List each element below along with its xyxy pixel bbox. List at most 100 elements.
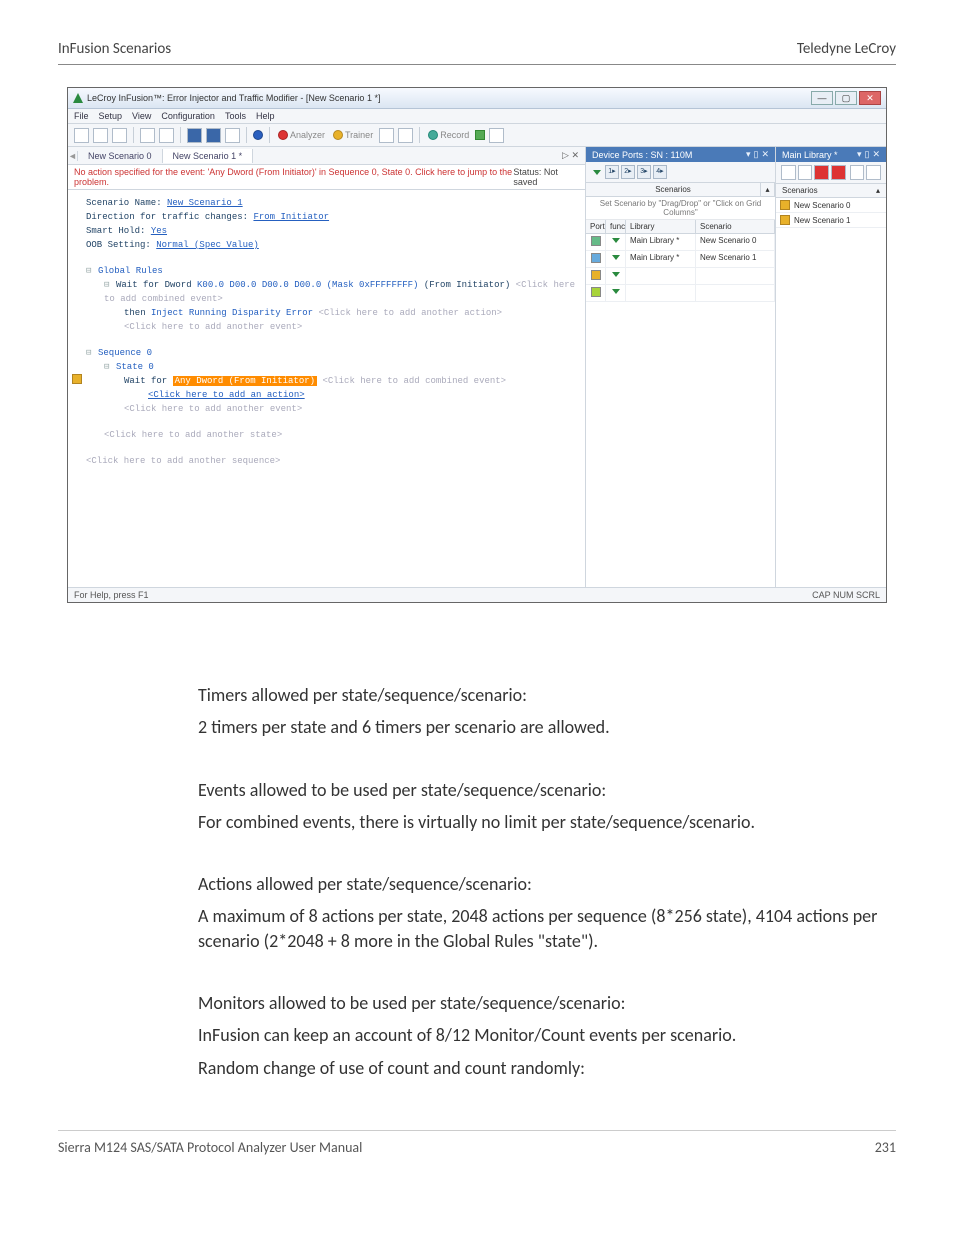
status-help: For Help, press F1 bbox=[74, 590, 149, 600]
pane-pin-icon[interactable]: ▯ bbox=[865, 149, 870, 160]
tab-close[interactable]: ▷ ✕ bbox=[556, 150, 585, 161]
open-icon[interactable] bbox=[93, 128, 108, 143]
add-sequence-link[interactable]: <Click here to add another sequence> bbox=[76, 454, 577, 468]
port-row[interactable]: Main Library * New Scenario 0 bbox=[586, 234, 775, 251]
oob-link[interactable]: Normal (Spec Value) bbox=[156, 240, 259, 250]
scenario-name-link[interactable]: New Scenario 1 bbox=[167, 198, 243, 208]
body-paragraph: Timers allowed per state/sequence/scenar… bbox=[198, 683, 898, 707]
warning-text: No action specified for the event: 'Any … bbox=[74, 167, 513, 187]
warning-bar[interactable]: No action specified for the event: 'Any … bbox=[68, 165, 585, 190]
doc-header-left: InFusion Scenarios bbox=[58, 40, 171, 58]
footer-page-number: 231 bbox=[875, 1139, 896, 1156]
layout3-icon[interactable] bbox=[225, 128, 240, 143]
port-row[interactable]: Main Library * New Scenario 1 bbox=[586, 251, 775, 268]
pane-dropdown-icon[interactable]: ▾ bbox=[857, 149, 862, 160]
smarthold-link[interactable]: Yes bbox=[151, 226, 167, 236]
body-paragraph: For combined events, there is virtually … bbox=[198, 810, 898, 834]
port-swatch-icon bbox=[591, 287, 601, 297]
menu-file[interactable]: File bbox=[74, 111, 89, 121]
menu-setup[interactable]: Setup bbox=[99, 111, 123, 121]
device-ports-toolbar: 1▸ 2▸ 3▸ 4▸ bbox=[586, 162, 775, 183]
doc-footer: Sierra M124 SAS/SATA Protocol Analyzer U… bbox=[58, 1130, 896, 1156]
body-paragraph: Random change of use of count and count … bbox=[198, 1056, 898, 1080]
sequence-0-node[interactable]: Sequence 0 bbox=[98, 348, 152, 358]
print-icon[interactable] bbox=[159, 128, 174, 143]
menu-tools[interactable]: Tools bbox=[225, 111, 246, 121]
add-state-link[interactable]: <Click here to add another state> bbox=[76, 428, 577, 442]
direction-link[interactable]: From Initiator bbox=[253, 212, 329, 222]
footer-left: Sierra M124 SAS/SATA Protocol Analyzer U… bbox=[58, 1139, 362, 1156]
library-item[interactable]: New Scenario 1 bbox=[776, 213, 886, 228]
menu-configuration[interactable]: Configuration bbox=[161, 111, 215, 121]
new-icon[interactable] bbox=[74, 128, 89, 143]
warning-gutter-icon[interactable] bbox=[72, 374, 82, 384]
body-paragraph: InFusion can keep an account of 8/12 Mon… bbox=[198, 1023, 898, 1047]
record-label[interactable]: Record bbox=[426, 130, 471, 140]
tab-scenario-1[interactable]: New Scenario 1 * bbox=[163, 149, 254, 163]
pane-pin-icon[interactable]: ▯ bbox=[754, 149, 759, 160]
state-0-node[interactable]: State 0 bbox=[116, 362, 154, 372]
folder-icon[interactable] bbox=[112, 128, 127, 143]
add-event-link-2[interactable]: <Click here to add another event> bbox=[76, 402, 577, 416]
toolbar-sep bbox=[246, 127, 247, 143]
lib-import-icon[interactable] bbox=[866, 165, 881, 180]
lib-copy-icon[interactable] bbox=[814, 165, 829, 180]
port1-icon[interactable]: 1▸ bbox=[605, 165, 619, 179]
layout2-icon[interactable] bbox=[206, 128, 221, 143]
library-item[interactable]: New Scenario 0 bbox=[776, 198, 886, 213]
func-icon bbox=[612, 238, 620, 243]
lib-export-icon[interactable] bbox=[850, 165, 865, 180]
editor-tabs: ◄ New Scenario 0 New Scenario 1 * ▷ ✕ bbox=[68, 147, 585, 165]
ports-icon[interactable] bbox=[253, 130, 263, 140]
library-grid-header: Scenarios ▴ bbox=[776, 184, 886, 198]
save-icon[interactable] bbox=[140, 128, 155, 143]
drag-drop-hint: Set Scenario by "Drag/Drop" or "Click on… bbox=[586, 197, 775, 220]
port-swatch-icon bbox=[591, 270, 601, 280]
port2-icon[interactable]: 2▸ bbox=[621, 165, 635, 179]
lib-paste-icon[interactable] bbox=[831, 165, 846, 180]
menu-view[interactable]: View bbox=[132, 111, 151, 121]
editor-pane: ◄ New Scenario 0 New Scenario 1 * ▷ ✕ No… bbox=[68, 147, 586, 587]
body-paragraph: 2 timers per state and 6 timers per scen… bbox=[198, 715, 898, 739]
tab-scroll-left[interactable]: ◄ bbox=[68, 151, 78, 161]
global-rules-node[interactable]: Global Rules bbox=[98, 266, 163, 276]
scenario-editor[interactable]: Scenario Name: New Scenario 1 Direction … bbox=[68, 190, 585, 587]
scroll-up-icon[interactable]: ▴ bbox=[870, 184, 886, 197]
close-button[interactable]: ✕ bbox=[859, 91, 881, 105]
pause-icon[interactable] bbox=[489, 128, 504, 143]
step-icon[interactable] bbox=[379, 128, 394, 143]
library-pane: Main Library * ▾▯✕ Scenarios ▴ bbox=[776, 147, 886, 587]
port-row[interactable] bbox=[586, 268, 775, 285]
device-ports-title: Device Ports : SN : 110M ▾▯✕ bbox=[586, 147, 775, 162]
highlighted-event[interactable]: Any Dword (From Initiator) bbox=[173, 376, 317, 386]
pane-close-icon[interactable]: ✕ bbox=[872, 149, 880, 160]
port4-icon[interactable]: 4▸ bbox=[653, 165, 667, 179]
port-row[interactable] bbox=[586, 285, 775, 302]
lib-new-icon[interactable] bbox=[781, 165, 796, 180]
lib-save-icon[interactable] bbox=[798, 165, 813, 180]
tab-scenario-0[interactable]: New Scenario 0 bbox=[78, 149, 163, 163]
pane-dropdown-icon[interactable]: ▾ bbox=[746, 149, 751, 160]
main-toolbar: Analyzer Trainer Record bbox=[68, 124, 886, 147]
add-event-link[interactable]: <Click here to add another event> bbox=[76, 320, 577, 334]
stop-icon[interactable] bbox=[398, 128, 413, 143]
pane-close-icon[interactable]: ✕ bbox=[761, 149, 769, 160]
func-icon bbox=[612, 255, 620, 260]
scroll-up-icon[interactable]: ▴ bbox=[761, 183, 775, 196]
add-combined-event-link-2[interactable]: <Click here to add combined event> bbox=[317, 376, 506, 386]
add-action-link[interactable]: <Click here to add another action> bbox=[313, 308, 502, 318]
trainer-label[interactable]: Trainer bbox=[331, 130, 375, 140]
document-body: Timers allowed per state/sequence/scenar… bbox=[198, 683, 898, 1080]
maximize-button[interactable]: ▢ bbox=[835, 91, 857, 105]
body-paragraph: Events allowed to be used per state/sequ… bbox=[198, 778, 898, 802]
body-paragraph: Actions allowed per state/sequence/scena… bbox=[198, 872, 898, 896]
run-icon[interactable] bbox=[593, 170, 601, 175]
analyzer-label[interactable]: Analyzer bbox=[276, 130, 327, 140]
menu-help[interactable]: Help bbox=[256, 111, 275, 121]
add-action-link-2[interactable]: <Click here to add an action> bbox=[76, 388, 577, 402]
library-pane-title: Main Library * ▾▯✕ bbox=[776, 147, 886, 162]
layout1-icon[interactable] bbox=[187, 128, 202, 143]
port3-icon[interactable]: 3▸ bbox=[637, 165, 651, 179]
stop2-icon[interactable] bbox=[475, 130, 485, 140]
minimize-button[interactable]: — bbox=[811, 91, 833, 105]
